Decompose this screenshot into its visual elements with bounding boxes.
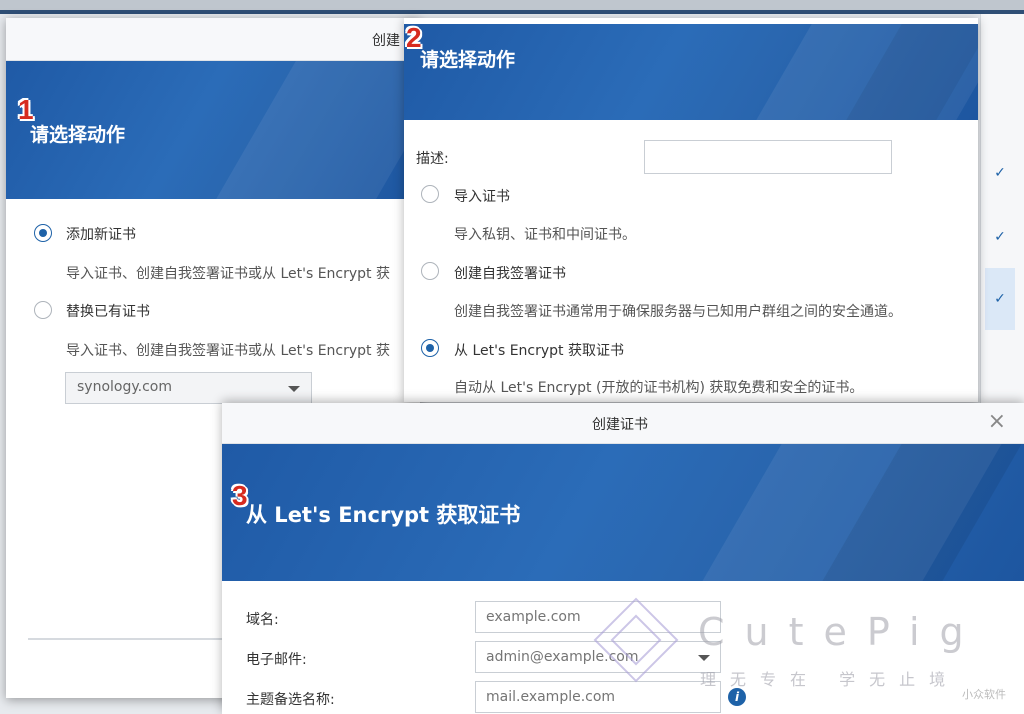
option-description: 导入证书、创建自我签署证书或从 Let's Encrypt 获: [66, 343, 390, 359]
description-label: 描述:: [416, 151, 449, 167]
option-description: 创建自我签署证书通常用于确保服务器与已知用户群组之间的安全通道。: [454, 304, 902, 320]
select-value: synology.com: [77, 379, 172, 395]
background-topbar: [0, 0, 1024, 10]
check-icon[interactable]: ✓: [985, 268, 1015, 330]
dialog-banner: 从 Let's Encrypt 获取证书: [222, 444, 1024, 581]
chevron-down-icon: [288, 386, 300, 392]
option-label[interactable]: 导入证书: [454, 186, 510, 206]
watermark-corner: 小众软件: [962, 688, 1006, 701]
option-description: 导入私钥、证书和中间证书。: [454, 227, 636, 243]
banner-heading: 从 Let's Encrypt 获取证书: [246, 503, 521, 527]
description-input[interactable]: [644, 140, 892, 174]
step-marker-1: 1: [18, 94, 34, 125]
option-label[interactable]: 添加新证书: [66, 224, 136, 244]
domain-label: 域名:: [246, 612, 279, 628]
dialog-titlebar[interactable]: 创建证书 ×: [222, 403, 1024, 444]
dialog-title: 创建证书: [592, 417, 648, 433]
option-label[interactable]: 从 Let's Encrypt 获取证书: [454, 340, 624, 360]
domain-input[interactable]: [475, 601, 721, 633]
radio-replace-certificate[interactable]: [34, 301, 52, 319]
dialog-create-certificate: 创建证书 × 从 Let's Encrypt 获取证书 域名: 电子邮件: 主题…: [222, 403, 1024, 714]
check-icon: ✓: [994, 229, 1006, 245]
radio-self-signed-certificate[interactable]: [421, 262, 439, 280]
option-description: 自动从 Let's Encrypt (开放的证书机构) 获取免费和安全的证书。: [454, 380, 864, 396]
step-marker-3: 3: [232, 480, 248, 511]
chevron-down-icon[interactable]: [698, 655, 710, 661]
radio-import-certificate[interactable]: [421, 185, 439, 203]
option-label[interactable]: 替换已有证书: [66, 301, 150, 321]
divider: [28, 638, 228, 640]
close-icon[interactable]: ×: [988, 409, 1006, 434]
email-input[interactable]: [475, 641, 721, 673]
background-accent-strip: [0, 10, 1024, 14]
check-icon: ✓: [994, 165, 1006, 181]
step-marker-2: 2: [406, 22, 422, 53]
dialog-banner: 请选择动作: [6, 61, 420, 199]
dialog-title: 创建: [372, 33, 400, 49]
radio-lets-encrypt[interactable]: [421, 339, 439, 357]
radio-add-new-certificate[interactable]: [34, 224, 52, 242]
email-label: 电子邮件:: [246, 652, 307, 668]
dialog-titlebar[interactable]: 创建: [6, 18, 420, 61]
dialog-choose-action: 请选择动作 描述: 导入证书 导入私钥、证书和中间证书。 创建自我签署证书 创建…: [404, 18, 978, 402]
dialog-banner: 请选择动作: [404, 24, 978, 120]
subject-alt-name-label: 主题备选名称:: [246, 692, 335, 708]
option-label[interactable]: 创建自我签署证书: [454, 263, 566, 283]
certificate-select[interactable]: synology.com: [65, 372, 312, 404]
subject-alt-name-input[interactable]: [475, 681, 721, 713]
banner-heading: 请选择动作: [30, 124, 126, 146]
option-description: 导入证书、创建自我签署证书或从 Let's Encrypt 获: [66, 266, 390, 282]
banner-heading: 请选择动作: [420, 49, 516, 71]
info-icon[interactable]: i: [728, 688, 746, 706]
